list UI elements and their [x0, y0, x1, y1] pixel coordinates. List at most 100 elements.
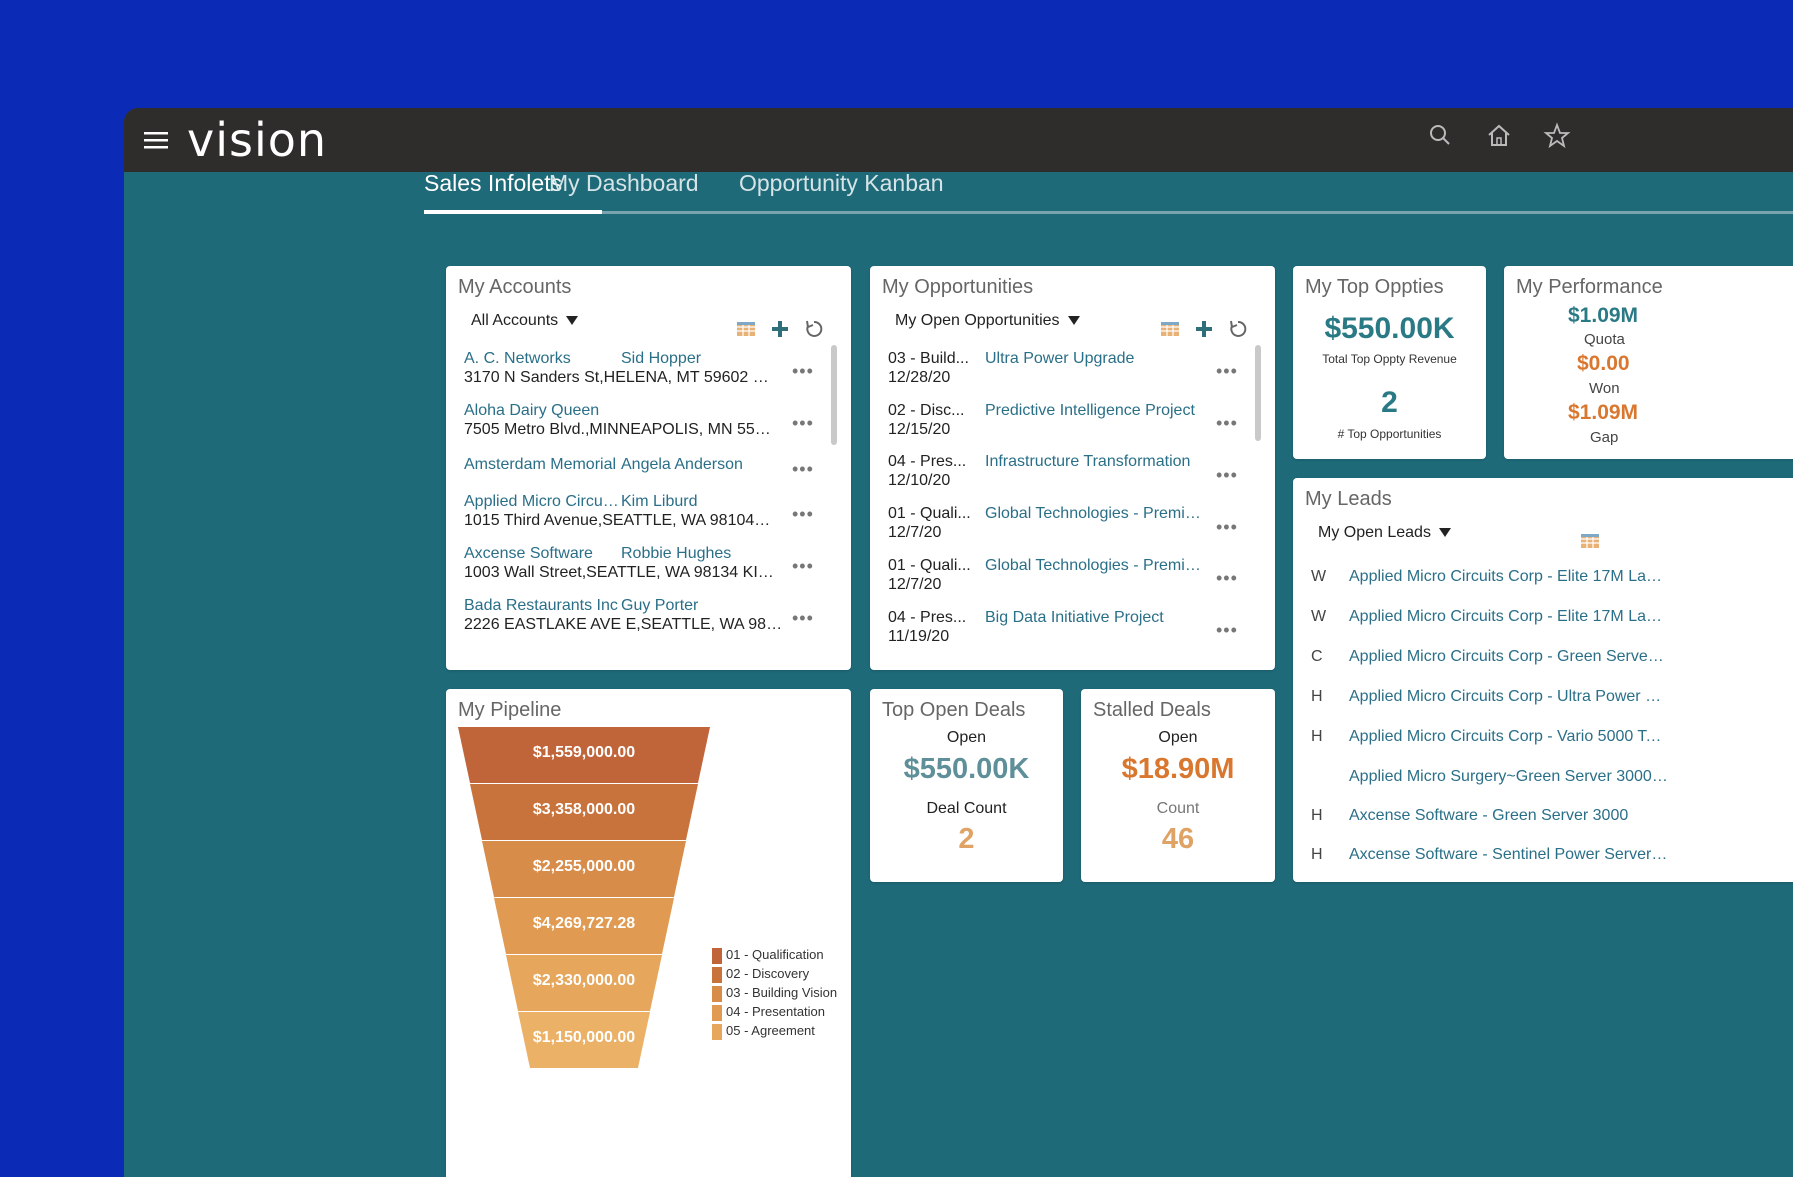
- funnel-stage-value: $1,150,000.00: [532, 1029, 636, 1046]
- account-name-link[interactable]: A. C. Networks: [464, 350, 619, 368]
- lead-name-link[interactable]: Applied Micro Surgery~Green Server 3000~…: [1349, 768, 1669, 786]
- more-actions-icon[interactable]: •••: [792, 361, 814, 382]
- favorites-star-icon[interactable]: [1543, 122, 1571, 150]
- tab-sales-infolets[interactable]: Sales Infolets: [424, 170, 562, 197]
- refresh-icon[interactable]: [803, 318, 825, 340]
- chevron-down-icon: [1438, 528, 1451, 538]
- funnel-stage[interactable]: $3,358,000.00: [458, 784, 710, 840]
- lead-name-link[interactable]: Axcense Software - Sentinel Power Server…: [1349, 846, 1669, 864]
- legend-item: 03 - Building Vision: [712, 985, 837, 1002]
- lead-name-link[interactable]: Axcense Software - Green Server 3000: [1349, 807, 1669, 825]
- account-name-link[interactable]: Bada Restaurants Inc: [464, 597, 619, 615]
- more-actions-icon[interactable]: •••: [1216, 361, 1238, 382]
- stalled-deals-card[interactable]: Stalled Deals Open $18.90M Count 46: [1081, 689, 1275, 882]
- funnel-stage-value: $2,330,000.00: [532, 972, 636, 989]
- more-actions-icon[interactable]: •••: [792, 608, 814, 629]
- lead-initial: W: [1311, 608, 1327, 625]
- legend-swatch: [712, 947, 722, 964]
- my-top-oppties-card[interactable]: My Top Oppties $550.00K Total Top Oppty …: [1293, 266, 1486, 459]
- opportunity-stage: 02 - Disc...: [888, 402, 965, 419]
- legend-label: 01 - Qualification: [726, 947, 824, 962]
- card-title: My Pipeline: [458, 699, 562, 721]
- more-actions-icon[interactable]: •••: [1216, 413, 1238, 434]
- more-actions-icon[interactable]: •••: [792, 556, 814, 577]
- more-actions-icon[interactable]: •••: [1216, 568, 1238, 589]
- won-value: $0.00: [1577, 352, 1630, 375]
- opportunity-name-link[interactable]: Predictive Intelligence Project: [985, 402, 1205, 420]
- opportunity-name-link[interactable]: Infrastructure Transformation: [985, 453, 1205, 471]
- account-name-link[interactable]: Amsterdam Memorial: [464, 456, 619, 474]
- lead-row[interactable]: H Axcense Software - Sentinel Power Serv…: [1311, 846, 1671, 882]
- more-actions-icon[interactable]: •••: [792, 413, 814, 434]
- lead-name-link[interactable]: Applied Micro Circuits Corp - Elite 17M …: [1349, 568, 1669, 586]
- lead-name-link[interactable]: Applied Micro Circuits Corp - Elite 17M …: [1349, 608, 1669, 626]
- account-contact-link[interactable]: Robbie Hughes: [621, 545, 781, 563]
- table-view-icon[interactable]: [735, 318, 757, 340]
- funnel-stage[interactable]: $1,559,000.00: [458, 727, 710, 783]
- tab-opportunity-kanban[interactable]: Opportunity Kanban: [739, 170, 944, 197]
- funnel-stage[interactable]: $1,150,000.00: [458, 1012, 710, 1068]
- table-view-icon[interactable]: [1579, 530, 1601, 552]
- accounts-filter-dropdown[interactable]: All Accounts: [471, 312, 579, 330]
- lead-row[interactable]: W Applied Micro Circuits Corp - Elite 17…: [1311, 608, 1671, 652]
- opportunity-name-link[interactable]: Ultra Power Upgrade: [985, 350, 1205, 368]
- opportunity-stage: 04 - Pres...: [888, 453, 967, 470]
- table-view-icon[interactable]: [1159, 318, 1181, 340]
- my-performance-card[interactable]: My Performance $1.09M Quota $0.00 Won $1…: [1504, 266, 1793, 459]
- funnel-stage[interactable]: $2,255,000.00: [458, 841, 710, 897]
- more-actions-icon[interactable]: •••: [1216, 517, 1238, 538]
- lead-row[interactable]: H Axcense Software - Green Server 3000: [1311, 807, 1671, 851]
- funnel-stage[interactable]: $4,269,727.28: [458, 898, 710, 954]
- lead-name-link[interactable]: Applied Micro Circuits Corp - Ultra Powe…: [1349, 688, 1669, 706]
- lead-row[interactable]: H Applied Micro Circuits Corp - Vario 50…: [1311, 728, 1671, 772]
- hamburger-menu-icon[interactable]: [144, 128, 168, 152]
- refresh-icon[interactable]: [1227, 318, 1249, 340]
- lead-row[interactable]: W Applied Micro Circuits Corp - Elite 17…: [1311, 568, 1671, 612]
- lead-name-link[interactable]: Applied Micro Circuits Corp - Vario 5000…: [1349, 728, 1669, 746]
- more-actions-icon[interactable]: •••: [792, 459, 814, 480]
- account-name-link[interactable]: Axcense Software: [464, 545, 619, 563]
- legend-swatch: [712, 966, 722, 983]
- add-icon[interactable]: [769, 318, 791, 340]
- lead-row[interactable]: C Applied Micro Circuits Corp - Green Se…: [1311, 648, 1671, 692]
- account-contact-link[interactable]: Angela Anderson: [621, 456, 781, 474]
- funnel-stage[interactable]: $2,330,000.00: [458, 955, 710, 1011]
- card-title: My Opportunities: [882, 276, 1034, 298]
- leads-filter-dropdown[interactable]: My Open Leads: [1318, 524, 1451, 542]
- legend-item: 01 - Qualification: [712, 947, 824, 964]
- tab-my-dashboard[interactable]: My Dashboard: [549, 170, 699, 197]
- opportunities-filter-dropdown[interactable]: My Open Opportunities: [895, 312, 1080, 330]
- account-name-link[interactable]: Aloha Dairy Queen: [464, 402, 619, 420]
- deal-count-label: Deal Count: [926, 800, 1007, 817]
- funnel-stage-value: $3,358,000.00: [532, 801, 636, 818]
- legend-item: 04 - Presentation: [712, 1004, 825, 1021]
- dropdown-label: My Open Opportunities: [895, 312, 1060, 329]
- account-address: 1015 Third Avenue,SEATTLE, WA 98104 KING: [464, 512, 774, 529]
- count-label: # Top Opportunities: [1337, 427, 1442, 441]
- pipeline-legend: 01 - Qualification 02 - Discovery 03 - Bui…: [712, 947, 842, 1067]
- account-contact-link[interactable]: Kim Liburd: [621, 493, 781, 511]
- home-icon[interactable]: [1485, 122, 1513, 150]
- lead-name-link[interactable]: Applied Micro Circuits Corp - Green Serv…: [1349, 648, 1669, 666]
- pipeline-funnel: $1,559,000.00 $3,358,000.00 $2,255,000.00 $…: [458, 727, 712, 1127]
- top-open-deals-card[interactable]: Top Open Deals Open $550.00K Deal Count …: [870, 689, 1063, 882]
- opportunity-name-link[interactable]: Global Technologies - Premier 24/...: [985, 557, 1205, 575]
- tab-divider: [424, 211, 1793, 214]
- top-oppty-revenue: $550.00K: [1324, 312, 1455, 345]
- add-icon[interactable]: [1193, 318, 1215, 340]
- more-actions-icon[interactable]: •••: [1216, 620, 1238, 641]
- opportunity-name-link[interactable]: Big Data Initiative Project: [985, 609, 1205, 627]
- lead-row[interactable]: Applied Micro Surgery~Green Server 3000~…: [1311, 768, 1671, 812]
- lead-row[interactable]: H Applied Micro Circuits Corp - Ultra Po…: [1311, 688, 1671, 732]
- opportunity-name-link[interactable]: Global Technologies - Premier Su...: [985, 505, 1205, 523]
- dropdown-label: All Accounts: [471, 312, 559, 329]
- search-icon[interactable]: [1427, 122, 1455, 150]
- app-logo[interactable]: vision: [187, 110, 327, 170]
- account-contact-link[interactable]: Guy Porter: [621, 597, 781, 615]
- chevron-down-icon: [1067, 316, 1080, 326]
- more-actions-icon[interactable]: •••: [1216, 465, 1238, 486]
- account-name-link[interactable]: Applied Micro Circui...: [464, 493, 619, 511]
- opportunity-date: 12/15/20: [888, 421, 951, 438]
- account-contact-link[interactable]: Sid Hopper: [621, 350, 781, 368]
- more-actions-icon[interactable]: •••: [792, 504, 814, 525]
